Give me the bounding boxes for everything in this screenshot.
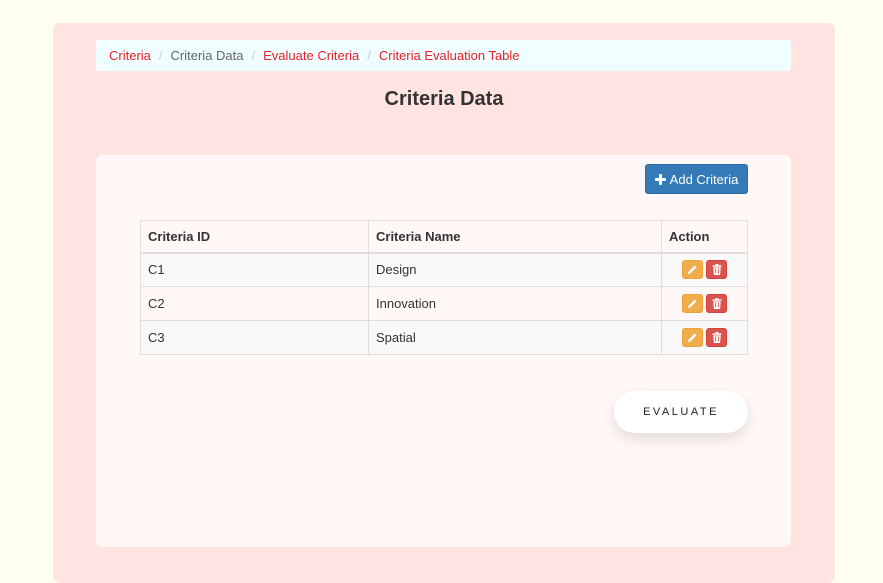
criteria-panel: Add Criteria Criteria ID Criteria Name A…	[96, 155, 791, 547]
table-row: C3 Spatial	[140, 320, 748, 355]
cell-criteria-id: C2	[140, 286, 369, 321]
cell-actions	[661, 286, 748, 321]
main-container: Criteria / Criteria Data / Evaluate Crit…	[53, 23, 835, 583]
cell-criteria-id: C1	[140, 252, 369, 287]
cell-criteria-name: Spatial	[368, 320, 662, 355]
add-criteria-label: Add Criteria	[669, 171, 739, 187]
table-header-row: Criteria ID Criteria Name Action	[140, 220, 748, 254]
delete-button[interactable]	[706, 260, 727, 280]
cell-criteria-name: Innovation	[368, 286, 662, 321]
cell-criteria-name: Design	[368, 252, 662, 287]
delete-button[interactable]	[706, 328, 727, 347]
plus-icon	[654, 173, 666, 185]
breadcrumb-evaluate-criteria[interactable]: Evaluate Criteria	[263, 48, 359, 63]
breadcrumb-separator: /	[367, 48, 371, 63]
breadcrumb-separator: /	[158, 48, 163, 63]
header-action: Action	[661, 220, 748, 254]
evaluate-button[interactable]: EVALUATE	[614, 391, 748, 433]
pencil-icon	[687, 299, 697, 309]
cell-actions	[661, 320, 748, 355]
trash-icon	[712, 298, 721, 309]
edit-button[interactable]	[682, 260, 703, 280]
breadcrumb-criteria-evaluation-table[interactable]: Criteria Evaluation Table	[379, 48, 520, 63]
breadcrumb: Criteria / Criteria Data / Evaluate Crit…	[96, 40, 791, 71]
header-criteria-id: Criteria ID	[140, 220, 369, 254]
delete-button[interactable]	[706, 294, 727, 313]
criteria-table: Criteria ID Criteria Name Action C1 Desi…	[140, 220, 748, 355]
page-title: Criteria Data	[384, 88, 504, 110]
edit-button[interactable]	[682, 328, 703, 347]
breadcrumb-criteria[interactable]: Criteria	[109, 48, 151, 63]
header-criteria-name: Criteria Name	[368, 220, 662, 254]
trash-icon	[712, 332, 721, 343]
add-criteria-button[interactable]: Add Criteria	[645, 164, 748, 194]
breadcrumb-criteria-data: Criteria Data	[170, 48, 244, 63]
trash-icon	[712, 264, 721, 276]
edit-button[interactable]	[682, 294, 703, 313]
table-row: C2 Innovation	[140, 286, 748, 321]
cell-criteria-id: C3	[140, 320, 369, 355]
pencil-icon	[687, 265, 697, 275]
cell-actions	[661, 252, 748, 287]
breadcrumb-separator: /	[251, 48, 256, 63]
pencil-icon	[687, 333, 697, 343]
table-row: C1 Design	[140, 252, 748, 287]
